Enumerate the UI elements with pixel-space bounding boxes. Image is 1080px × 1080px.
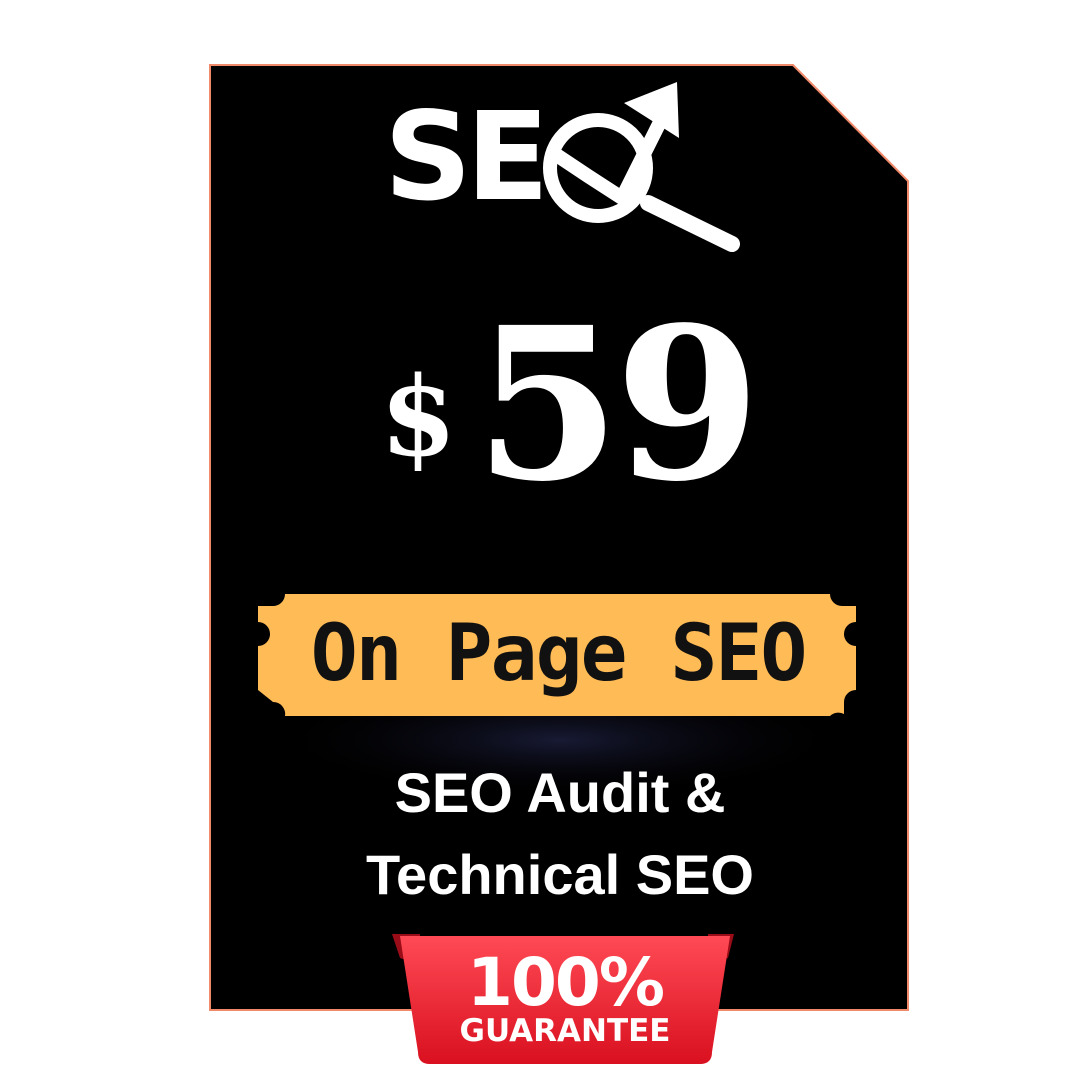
price: $59: [380, 300, 761, 510]
guarantee-percent: 100%: [467, 944, 665, 1021]
service-title: On Page SEO: [310, 609, 808, 699]
description-line-1: SEO Audit &: [394, 761, 726, 824]
description-line-2: Technical SEO: [366, 843, 754, 906]
guarantee-label: GUARANTEE: [459, 1013, 671, 1049]
seo-logo-text: SE: [384, 86, 549, 228]
price-currency: $: [380, 352, 457, 481]
pricing-card: SE $59 On Page SEO SEO Audit & Technical…: [0, 0, 1080, 1080]
price-amount: 59: [474, 281, 761, 528]
service-description: SEO Audit & Technical SEO: [210, 752, 910, 916]
